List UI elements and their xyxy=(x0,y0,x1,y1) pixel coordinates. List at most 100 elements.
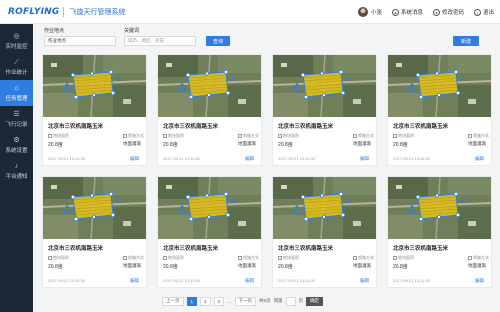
task-card[interactable]: 北京市三农机南路玉米 地块面积 喷施方式 20.8亩 地面灌溉 2017-09-… xyxy=(42,54,147,166)
edit-link[interactable]: 编辑 xyxy=(360,156,369,162)
area-label-text: 地块面积 xyxy=(283,133,299,138)
card-thumbnail[interactable] xyxy=(273,55,376,117)
edit-link[interactable]: 编辑 xyxy=(245,156,254,162)
task-card[interactable]: 北京市三农机南路玉米 地块面积 喷施方式 20.8亩 地面灌溉 2017-09-… xyxy=(387,176,492,288)
card-title: 北京市三农机南路玉米 xyxy=(393,246,449,252)
task-card[interactable]: 北京市三农机南路玉米 地块面积 喷施方式 20.8亩 地面灌溉 2017-09-… xyxy=(387,54,492,166)
area-label-text: 地块面积 xyxy=(53,255,69,260)
spray-value: 地面灌溉 xyxy=(468,263,486,268)
farmland-aerial-map xyxy=(273,55,376,117)
goto-page-input[interactable] xyxy=(285,296,296,306)
spray-value: 地面灌溉 xyxy=(468,141,486,146)
task-card[interactable]: 北京市三农机南路玉米 地块面积 喷施方式 20.8亩 地面灌溉 2017-09-… xyxy=(42,176,147,288)
area-label-text: 地块面积 xyxy=(53,133,69,138)
card-thumbnail[interactable] xyxy=(388,55,491,117)
page-1-button[interactable]: 1 xyxy=(186,296,198,306)
area-icon xyxy=(48,134,52,138)
area-label: 地块面积 xyxy=(48,255,69,261)
app-title: 飞旋天行管理系统 xyxy=(69,8,126,16)
card-timestamp: 2017-09-21 13:11:30 xyxy=(393,156,430,161)
edit-link[interactable]: 编辑 xyxy=(475,156,484,162)
task-card[interactable]: 北京市三农机南路玉米 地块面积 喷施方式 20.8亩 地面灌溉 2017-09-… xyxy=(272,176,377,288)
area-icon xyxy=(278,256,282,260)
page-2-button[interactable]: 2 xyxy=(200,296,211,306)
farmland-aerial-map xyxy=(43,55,146,117)
edit-link[interactable]: 编辑 xyxy=(360,278,369,284)
sidebar-item-settings[interactable]: ⚙ 系统设置 xyxy=(0,132,33,158)
sidebar-item-flight-records[interactable]: ☰ 飞行记录 xyxy=(0,106,33,132)
spray-value: 地面灌溉 xyxy=(123,141,141,146)
edit-link[interactable]: 编辑 xyxy=(130,156,139,162)
new-button[interactable]: 新建 xyxy=(453,36,479,46)
location-input[interactable]: 作业地点 xyxy=(44,36,116,46)
spray-icon xyxy=(353,256,357,260)
user-avatar[interactable] xyxy=(357,7,368,17)
sidebar: ◎ 实时监控 ⟋ 作业统计 ⌂ 任务管理 ☰ 飞行记录 ⚙ 系统设置 ♪ 平台通… xyxy=(0,24,33,312)
area-label: 地块面积 xyxy=(393,255,414,261)
keyword-label: 关键词 xyxy=(124,28,140,34)
task-card[interactable]: 北京市三农机南路玉米 地块面积 喷施方式 20.8亩 地面灌溉 2017-09-… xyxy=(157,54,262,166)
gear-icon: ⚙ xyxy=(13,136,20,144)
card-thumbnail[interactable] xyxy=(388,177,491,239)
area-value: 20.8亩 xyxy=(393,142,408,148)
query-button[interactable]: 查询 xyxy=(206,36,230,46)
spray-icon xyxy=(238,256,242,260)
edit-link[interactable]: 编辑 xyxy=(475,278,484,284)
card-timestamp: 2017-09-21 13:11:30 xyxy=(278,156,315,161)
edit-link[interactable]: 编辑 xyxy=(130,278,139,284)
card-timestamp: 2017-09-21 13:11:30 xyxy=(48,278,85,283)
sidebar-item-label: 系统设置 xyxy=(5,147,28,154)
farmland-aerial-map xyxy=(158,177,261,239)
area-label: 地块面积 xyxy=(48,133,69,139)
task-card[interactable]: 北京市三农机南路玉米 地块面积 喷施方式 20.8亩 地面灌溉 2017-09-… xyxy=(272,54,377,166)
next-page-button[interactable]: 下一页 xyxy=(234,296,257,306)
sidebar-item-statistics[interactable]: ⟋ 作业统计 xyxy=(0,54,33,80)
card-thumbnail[interactable] xyxy=(273,177,376,239)
total-pages-text: 共5页 xyxy=(259,298,271,303)
change-password-button[interactable]: ● 修改密码 xyxy=(432,8,464,16)
area-value: 20.8亩 xyxy=(163,142,178,148)
edit-link[interactable]: 编辑 xyxy=(245,278,254,284)
goto-confirm-button[interactable]: 确定 xyxy=(306,296,324,306)
farmland-aerial-map xyxy=(43,177,146,239)
spray-label-text: 喷施方式 xyxy=(128,133,144,138)
sidebar-item-label: 作业统计 xyxy=(5,69,28,76)
spray-icon xyxy=(468,256,472,260)
page-unit-label: 页 xyxy=(298,298,304,303)
bell-icon: ▲ xyxy=(391,8,399,16)
logout-button[interactable]: | 退出 xyxy=(473,8,494,16)
spray-label-text: 喷施方式 xyxy=(473,133,489,138)
prev-page-button[interactable]: 上一页 xyxy=(162,296,184,306)
area-icon xyxy=(393,256,397,260)
card-title: 北京市三农机南路玉米 xyxy=(48,124,104,130)
spray-label-text: 喷施方式 xyxy=(358,133,374,138)
farmland-aerial-map xyxy=(388,177,491,239)
card-thumbnail[interactable] xyxy=(43,55,146,117)
area-value: 20.8亩 xyxy=(278,264,293,270)
spray-label-text: 喷施方式 xyxy=(128,255,144,260)
sidebar-item-tasks[interactable]: ⌂ 任务管理 xyxy=(0,80,33,106)
page-3-button[interactable]: 3 xyxy=(213,296,225,306)
top-header: ROFLYING 飞旋天行管理系统 小张 ▲ 系统消息 ● 修改密码 | 退出 xyxy=(0,0,500,24)
area-icon xyxy=(163,256,167,260)
task-card[interactable]: 北京市三农机南路玉米 地块面积 喷施方式 20.8亩 地面灌溉 2017-09-… xyxy=(157,176,262,288)
spray-label: 喷施方式 xyxy=(123,255,144,261)
user-name[interactable]: 小张 xyxy=(371,8,382,16)
area-label: 地块面积 xyxy=(163,133,184,139)
spray-value: 地面灌溉 xyxy=(238,263,256,268)
sidebar-item-notifications[interactable]: ♪ 平台通知 xyxy=(0,158,33,184)
spray-label: 喷施方式 xyxy=(123,133,144,139)
card-thumbnail[interactable] xyxy=(43,177,146,239)
card-thumbnail[interactable] xyxy=(158,55,261,117)
header-actions: 小张 ▲ 系统消息 ● 修改密码 | 退出 xyxy=(357,0,494,24)
area-label-text: 地块面积 xyxy=(398,133,414,138)
record-icon: ☰ xyxy=(13,110,20,118)
area-label: 地块面积 xyxy=(163,255,184,261)
sidebar-item-monitor[interactable]: ◎ 实时监控 xyxy=(0,28,33,54)
keyword-input[interactable]: 城市、地区、农田 xyxy=(124,36,196,46)
area-icon xyxy=(278,134,282,138)
card-timestamp: 2017-09-21 13:11:30 xyxy=(278,278,315,283)
card-thumbnail[interactable] xyxy=(158,177,261,239)
card-title: 北京市三农机南路玉米 xyxy=(278,124,334,130)
system-message-button[interactable]: ▲ 系统消息 xyxy=(391,8,423,16)
